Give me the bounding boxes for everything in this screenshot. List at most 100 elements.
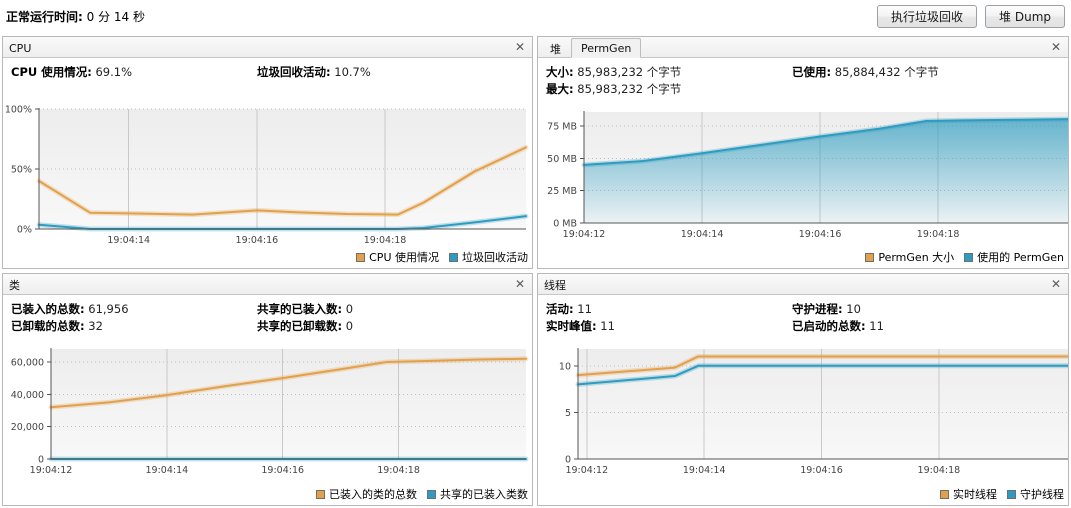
tab-permgen[interactable]: PermGen — [571, 38, 642, 58]
top-toolbar: 正常运行时间: 0 分 14 秒 执行垃圾回收 堆 Dump — [0, 0, 1071, 34]
memory-stat-row-1: 大小: 85,983,232 个字节 已使用: 85,884,432 个字节 — [538, 64, 1068, 81]
uptime-readout: 正常运行时间: 0 分 14 秒 — [6, 8, 145, 25]
threads-panel: 线程 ✕ 活动: 11 守护进程: 10 实时峰值: 11 已启动的总数: 11… — [537, 273, 1069, 506]
cpu-stat-row: CPU 使用情况: 69.1% 垃圾回收活动: 10.7% — [3, 64, 532, 81]
threads-peak-stat: 实时峰值: 11 — [538, 318, 792, 335]
threads-chart-svg: 0 5 10 19:04:12 19:04:14 19:04:16 19:04:18 — [559, 348, 1068, 476]
legend-swatch-orange — [356, 252, 366, 262]
legend-swatch-orange — [316, 489, 325, 499]
legend-label-gc-activity: 垃圾回收活动 — [462, 251, 528, 264]
svg-text:19:04:14: 19:04:14 — [683, 465, 726, 476]
cpu-usage-stat: CPU 使用情况: 69.1% — [3, 64, 257, 81]
svg-text:75 MB: 75 MB — [547, 122, 577, 133]
threads-stats: 活动: 11 守护进程: 10 实时峰值: 11 已启动的总数: 11 — [538, 295, 1068, 339]
svg-text:0: 0 — [565, 455, 571, 466]
svg-text:60,000: 60,000 — [11, 357, 44, 368]
cpu-legend: CPU 使用情况 垃圾回收活动 — [356, 249, 528, 265]
top-button-group: 执行垃圾回收 堆 Dump — [877, 5, 1065, 28]
classes-unloaded-total-label: 已卸载的总数: — [11, 319, 85, 333]
threads-panel-header: 线程 ✕ — [538, 274, 1068, 295]
threads-live-stat: 活动: 11 — [538, 301, 792, 318]
legend-item-daemon-threads[interactable]: 守护线程 — [1007, 486, 1064, 502]
svg-text:19:04:12: 19:04:12 — [30, 465, 73, 476]
close-icon[interactable]: ✕ — [514, 41, 526, 53]
panel-grid: CPU ✕ CPU 使用情况: 69.1% 垃圾回收活动: 10.7% 0% 50… — [0, 34, 1071, 508]
classes-loaded-total-stat: 已装入的总数: 61,956 — [3, 301, 257, 318]
legend-swatch-blue — [964, 252, 974, 262]
classes-chart[interactable]: 0 20,000 40,000 60,000 19:04:12 19:04:14 19:04… — [3, 339, 532, 503]
memory-max-value: 85,983,232 个字节 — [577, 82, 682, 96]
legend-item-permgen-used[interactable]: 使用的 PermGen — [964, 249, 1064, 265]
legend-item-gc-activity[interactable]: 垃圾回收活动 — [449, 249, 528, 265]
close-icon[interactable]: ✕ — [1050, 278, 1062, 290]
gc-activity-stat: 垃圾回收活动: 10.7% — [257, 64, 517, 81]
threads-stat-row-1: 活动: 11 守护进程: 10 — [538, 301, 1068, 318]
classes-shared-unloaded-label: 共享的已卸载数: — [257, 319, 343, 333]
gc-activity-label: 垃圾回收活动: — [257, 65, 331, 79]
legend-label-permgen-used: 使用的 PermGen — [977, 251, 1064, 264]
cpu-chart-svg: 0% 50% 100% 19:04:14 19:04:16 19:04:18 — [5, 105, 529, 246]
memory-used-label: 已使用: — [792, 65, 832, 79]
cpu-usage-value: 69.1% — [95, 65, 133, 79]
close-icon[interactable]: ✕ — [514, 278, 526, 290]
cpu-panel-title: CPU — [9, 42, 32, 55]
threads-started-total-stat: 已启动的总数: 11 — [792, 318, 1052, 335]
memory-max-label: 最大: — [546, 82, 574, 96]
svg-text:40,000: 40,000 — [11, 390, 44, 401]
svg-text:10: 10 — [559, 361, 571, 372]
uptime-value: 0 分 14 秒 — [86, 10, 145, 24]
perform-gc-button[interactable]: 执行垃圾回收 — [877, 5, 978, 28]
svg-text:100%: 100% — [5, 105, 32, 116]
tab-heap[interactable]: 堆 — [540, 38, 571, 58]
legend-item-classes-shared[interactable]: 共享的已装入类数 — [427, 486, 528, 502]
threads-started-total-value: 11 — [869, 319, 884, 333]
legend-swatch-orange — [940, 489, 949, 499]
classes-shared-loaded-label: 共享的已装入数: — [257, 302, 343, 316]
memory-chart-svg: 0 MB 25 MB 50 MB 75 MB 19:04:12 19:04:14 19:04… — [547, 111, 1068, 240]
svg-text:19:04:18: 19:04:18 — [917, 229, 960, 240]
legend-item-classes-loaded[interactable]: 已装入的类的总数 — [316, 486, 417, 502]
legend-swatch-blue — [1007, 489, 1016, 499]
memory-size-label: 大小: — [546, 65, 574, 79]
classes-panel-title: 类 — [9, 279, 20, 292]
heap-dump-button[interactable]: 堆 Dump — [985, 5, 1065, 28]
legend-swatch-orange — [865, 252, 875, 262]
classes-shared-loaded-value: 0 — [345, 302, 354, 316]
threads-stat-row-2: 实时峰值: 11 已启动的总数: 11 — [538, 318, 1068, 335]
legend-swatch-blue — [449, 252, 458, 262]
classes-loaded-total-label: 已装入的总数: — [11, 302, 85, 316]
classes-unloaded-total-stat: 已卸载的总数: 32 — [3, 318, 257, 335]
svg-text:19:04:18: 19:04:18 — [377, 465, 420, 476]
legend-item-permgen-size[interactable]: PermGen 大小 — [865, 249, 954, 265]
cpu-chart[interactable]: 0% 50% 100% 19:04:14 19:04:16 19:04:18 CPU 使用… — [3, 98, 532, 266]
close-icon[interactable]: ✕ — [1050, 41, 1062, 53]
svg-text:0%: 0% — [17, 225, 32, 236]
classes-stats: 已装入的总数: 61,956 共享的已装入数: 0 已卸载的总数: 32 共享的… — [3, 295, 532, 339]
legend-label-classes-shared: 共享的已装入类数 — [440, 488, 528, 501]
legend-label-daemon-threads: 守护线程 — [1020, 488, 1064, 501]
svg-text:19:04:12: 19:04:12 — [565, 465, 608, 476]
svg-text:19:04:14: 19:04:14 — [681, 229, 724, 240]
memory-chart[interactable]: 0 MB 25 MB 50 MB 75 MB 19:04:12 19:04:14 19:04… — [538, 102, 1068, 266]
threads-daemon-stat: 守护进程: 10 — [792, 301, 1052, 318]
threads-chart[interactable]: 0 5 10 19:04:12 19:04:14 19:04:16 19:04:18 实时线… — [538, 339, 1068, 503]
memory-max-stat: 最大: 85,983,232 个字节 — [538, 81, 792, 98]
svg-text:50 MB: 50 MB — [547, 154, 577, 165]
svg-text:0: 0 — [38, 455, 44, 466]
legend-label-cpu-usage: CPU 使用情况 — [369, 251, 439, 264]
svg-text:19:04:16: 19:04:16 — [261, 465, 304, 476]
legend-item-cpu-usage[interactable]: CPU 使用情况 — [356, 249, 439, 265]
threads-legend: 实时线程 守护线程 — [940, 486, 1064, 502]
classes-panel-header: 类 ✕ — [3, 274, 532, 295]
cpu-usage-label: CPU 使用情况: — [11, 65, 92, 79]
legend-item-live-threads[interactable]: 实时线程 — [940, 486, 997, 502]
classes-shared-loaded-stat: 共享的已装入数: 0 — [257, 301, 517, 318]
threads-started-total-label: 已启动的总数: — [792, 319, 866, 333]
memory-stats: 大小: 85,983,232 个字节 已使用: 85,884,432 个字节 最… — [538, 58, 1068, 102]
memory-panel: 堆 PermGen ✕ 大小: 85,983,232 个字节 已使用: 85,8… — [537, 36, 1069, 269]
svg-text:19:04:16: 19:04:16 — [236, 235, 279, 246]
svg-text:5: 5 — [565, 408, 571, 419]
classes-loaded-total-value: 61,956 — [88, 302, 129, 316]
threads-live-value: 11 — [577, 302, 592, 316]
svg-text:19:04:18: 19:04:18 — [918, 465, 961, 476]
